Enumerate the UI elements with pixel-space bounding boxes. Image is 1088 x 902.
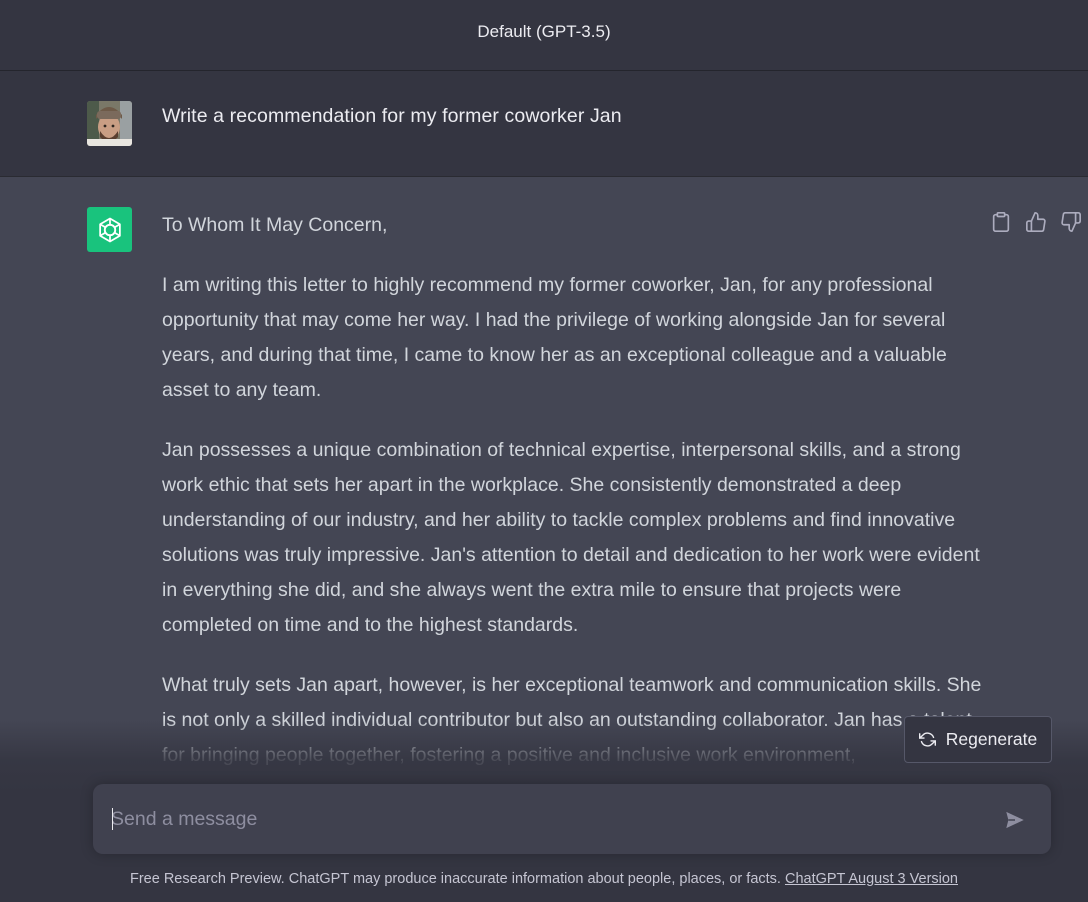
version-link[interactable]: ChatGPT August 3 Version bbox=[785, 871, 958, 887]
user-message-row: Write a recommendation for my former cow… bbox=[0, 71, 1088, 177]
user-avatar bbox=[87, 101, 132, 146]
assistant-message-body: To Whom It May Concern, I am writing thi… bbox=[162, 212, 992, 798]
footer-disclaimer: Free Research Preview. ChatGPT may produ… bbox=[0, 871, 1088, 887]
thumbs-up-icon[interactable] bbox=[1025, 211, 1047, 233]
user-message-text: Write a recommendation for my former cow… bbox=[162, 105, 622, 127]
message-input[interactable] bbox=[111, 784, 981, 854]
message-composer bbox=[93, 784, 1051, 854]
text-caret bbox=[112, 808, 113, 830]
message-paragraph: I am writing this letter to highly recom… bbox=[162, 274, 947, 401]
message-greeting: To Whom It May Concern, bbox=[162, 214, 388, 236]
model-name[interactable]: Default (GPT-3.5) bbox=[477, 22, 610, 42]
regenerate-button[interactable]: Regenerate bbox=[904, 716, 1052, 763]
chatgpt-logo-icon bbox=[87, 207, 132, 252]
send-button[interactable] bbox=[1001, 806, 1029, 834]
message-actions bbox=[990, 211, 1088, 235]
thumbs-down-icon[interactable] bbox=[1060, 211, 1082, 233]
message-paragraph: What truly sets Jan apart, however, is h… bbox=[162, 674, 982, 766]
refresh-icon bbox=[918, 732, 936, 747]
send-icon bbox=[1006, 811, 1024, 829]
clipboard-icon[interactable] bbox=[990, 211, 1012, 233]
top-bar: Default (GPT-3.5) bbox=[0, 0, 1088, 71]
regenerate-label: Regenerate bbox=[945, 729, 1038, 749]
footer-text: Free Research Preview. ChatGPT may produ… bbox=[129, 871, 781, 887]
message-paragraph: Jan possesses a unique combination of te… bbox=[162, 439, 980, 636]
